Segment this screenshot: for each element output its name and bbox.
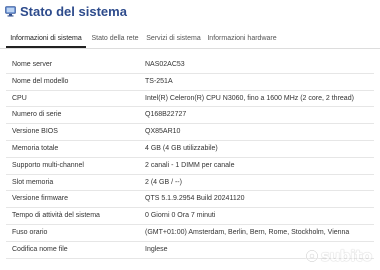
row-label: Numero di serie xyxy=(12,111,62,119)
info-row-uptime: Tempo di attività del sistema 0 Giorni 0… xyxy=(6,208,374,225)
info-row-memory-slots: Slot memoria 2 (4 GB / --) xyxy=(6,175,374,192)
info-row-serial-number: Numero di serie Q168B22727 xyxy=(6,107,374,125)
row-value: NAS02AC53 xyxy=(145,61,185,68)
row-value: Intel(R) Celeron(R) CPU N3060, fino a 16… xyxy=(145,94,354,102)
system-status-page: Stato del sistema Informazioni di sistem… xyxy=(0,0,380,270)
info-row-bios-version: Versione BIOS QX85AR10 xyxy=(6,124,374,141)
info-row-model-name: Nome del modello TS-251A xyxy=(6,74,374,91)
row-label: Memoria totale xyxy=(12,144,59,152)
subito-logo-icon xyxy=(305,249,319,263)
tab-system-services[interactable]: Servizi di sistema xyxy=(146,31,201,47)
row-value: QX85AR10 xyxy=(145,128,181,136)
row-value: 2 canali - 1 DIMM per canale xyxy=(145,161,235,169)
row-value: Q168B22727 xyxy=(145,111,187,119)
info-row-server-name: Nome server NAS02AC53 xyxy=(6,57,374,74)
tab-hardware-info[interactable]: Informazioni hardware xyxy=(206,31,278,47)
monitor-icon xyxy=(5,6,16,17)
row-label: Codifica nome file xyxy=(12,245,68,253)
watermark: subito xyxy=(305,247,372,265)
row-label: Supporto multi-channel xyxy=(12,161,84,169)
row-label: CPU xyxy=(12,94,27,102)
tab-system-info[interactable]: Informazioni di sistema xyxy=(6,31,86,48)
row-value: Inglese xyxy=(145,245,168,253)
row-label: Nome del modello xyxy=(12,77,69,85)
row-value: 0 Giorni 0 Ora 7 minuti xyxy=(145,212,216,220)
row-label: Fuso orario xyxy=(12,228,48,236)
tab-bar: Informazioni di sistema Stato della rete… xyxy=(0,31,380,49)
page-header: Stato del sistema xyxy=(0,0,380,26)
row-label: Versione firmware xyxy=(12,195,69,203)
row-value: (GMT+01:00) Amsterdam, Berlin, Bern, Rom… xyxy=(145,228,350,236)
row-label: Tempo di attività del sistema xyxy=(12,212,100,220)
tab-network-status[interactable]: Stato della rete xyxy=(89,31,141,47)
watermark-text: subito xyxy=(320,247,372,265)
info-row-timezone: Fuso orario (GMT+01:00) Amsterdam, Berli… xyxy=(6,225,374,242)
row-value: QTS 5.1.9.2954 Build 20241120 xyxy=(145,195,245,203)
system-info-table: Nome server NAS02AC53 Nome del modello T… xyxy=(6,57,374,259)
info-row-cpu: CPU Intel(R) Celeron(R) CPU N3060, fino … xyxy=(6,91,374,108)
row-value: 4 GB (4 GB utilizzabile) xyxy=(145,144,218,152)
row-label: Nome server xyxy=(12,61,53,68)
page-title: Stato del sistema xyxy=(20,4,127,19)
info-row-firmware-version: Versione firmware QTS 5.1.9.2954 Build 2… xyxy=(6,191,374,209)
row-label: Versione BIOS xyxy=(12,128,58,136)
row-value: 2 (4 GB / --) xyxy=(145,178,182,186)
info-row-multichannel: Supporto multi-channel 2 canali - 1 DIMM… xyxy=(6,158,374,175)
row-label: Slot memoria xyxy=(12,178,54,186)
info-row-total-memory: Memoria totale 4 GB (4 GB utilizzabile) xyxy=(6,141,374,158)
row-value: TS-251A xyxy=(145,77,173,85)
